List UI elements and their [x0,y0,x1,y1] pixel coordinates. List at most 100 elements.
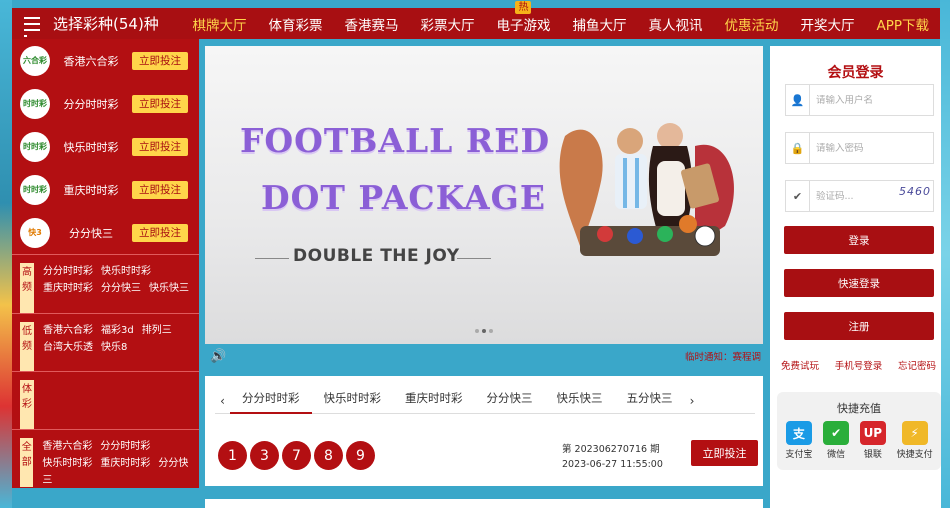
lottery-name[interactable]: 香港六合彩 [50,53,132,69]
nav-item-label: 真人视讯 [648,17,703,34]
draw-bet-button[interactable]: 立即投注 [691,440,758,466]
nav-item-label: 电子游戏 [496,17,551,34]
banner-divider-left [255,258,289,259]
draw-number-ball: 9 [346,441,375,470]
nav-item-4[interactable]: 电子游戏热 [485,0,561,34]
lottery-tab[interactable]: 分分时时彩 [230,388,312,414]
lottery-tab[interactable]: 五分快三 [615,388,685,414]
lottery-logo: 快3 [20,217,50,248]
category-block: 全部 香港六合彩 分分时时彩 快乐时时彩 重庆时时彩 分分快三 [12,429,199,487]
carousel-dots[interactable] [475,329,493,333]
banner-divider-right [457,258,491,259]
lottery-name[interactable]: 快乐时时彩 [50,139,132,155]
login-button[interactable]: 登录 [784,226,934,254]
free-trial-link[interactable]: 免费试玩 [781,358,819,372]
unionpay-icon: UP [859,421,886,445]
username-input[interactable] [810,94,920,106]
category-game-link[interactable]: 快乐快三 [149,283,189,294]
quickpay-icon: ⚡ [901,421,928,445]
nav-item-label: 优惠活动 [724,17,779,34]
lottery-name[interactable]: 重庆时时彩 [50,182,132,198]
username-field: 👤 [785,84,934,116]
payment-option[interactable]: ✔ 微信 [823,421,850,460]
lottery-bet-button[interactable]: 立即投注 [132,137,188,156]
lottery-bet-button[interactable]: 立即投注 [132,180,188,199]
nav-item-label: 彩票大厅 [420,17,475,34]
tabs-next-icon[interactable]: › [685,394,700,408]
lottery-logo: 时时彩 [20,131,50,162]
lottery-selector[interactable]: 选择彩种(54)种 [12,8,181,39]
menu-icon [24,16,40,31]
payment-option[interactable]: UP 银联 [859,421,886,460]
nav-item-label: 捕鱼大厅 [572,17,627,34]
phone-login-link[interactable]: 手机号登录 [835,358,883,372]
category-game-link[interactable]: 台湾大乐透 [43,342,93,353]
category-game-link[interactable]: 香港六合彩 [42,441,92,452]
lottery-tab[interactable]: 快乐快三 [545,388,615,414]
category-game-link[interactable]: 分分时时彩 [100,441,150,452]
register-button[interactable]: 注册 [784,312,934,340]
nav-item-5[interactable]: 捕鱼大厅 [561,14,637,34]
category-game-link[interactable]: 重庆时时彩 [43,283,93,294]
lottery-tab[interactable]: 快乐时时彩 [312,388,394,414]
wechat-icon: ✔ [823,421,850,445]
quick-login-button[interactable]: 快速登录 [784,269,934,297]
lottery-logo: 时时彩 [20,174,50,205]
nav-item-9[interactable]: APP下载 [865,14,940,34]
lottery-row: 时时彩 分分时时彩 立即投注 [12,82,199,125]
nav-item-3[interactable]: 彩票大厅 [409,14,485,34]
captcha-image[interactable]: 5460 [899,185,931,198]
nav-item-7[interactable]: 优惠活动 [713,14,789,34]
banner-tagline: DOUBLE THE JOY [293,246,460,266]
nav-item-6[interactable]: 真人视讯 [637,14,713,34]
lottery-tab[interactable]: 分分快三 [475,388,545,414]
password-input[interactable] [810,142,920,154]
lottery-bet-button[interactable]: 立即投注 [132,94,188,113]
lock-icon: 🔒 [786,133,810,163]
main-nav: 棋牌大厅 体育彩票 香港赛马 彩票大厅 电子游戏 热捕鱼大厅 真人视讯 优惠活动 开奖大厅 APP… [181,0,940,39]
nav-item-1[interactable]: 体育彩票 [257,14,333,34]
category-tag: 低频 [20,322,34,371]
nav-item-2[interactable]: 香港赛马 [333,14,409,34]
category-tag: 全部 [20,438,34,487]
category-game-link[interactable]: 快乐时时彩 [101,266,151,277]
login-panel: 会员登录 👤 🔒 ✔ 5460 登录 快速登录 注册 免费试玩 手机号登录 忘记… [770,46,941,508]
alipay-icon: 支 [785,421,812,445]
payment-option[interactable]: ⚡ 快捷支付 [897,421,933,460]
payment-option[interactable]: 支支付宝 [785,421,812,460]
lottery-tab[interactable]: 重庆时时彩 [393,388,475,414]
category-game-link[interactable]: 香港六合彩 [43,325,93,336]
category-block: 低频 香港六合彩 福彩3d 排列三台湾大乐透 快乐8 [12,313,199,371]
lottery-sidebar: 六合彩 香港六合彩 立即投注 时时彩 分分时时彩 立即投注 时时彩 快乐时时彩 立即投注 时时彩重… [12,39,199,488]
nav-item-8[interactable]: 开奖大厅 [789,14,865,34]
promo-banner[interactable]: FOOTBALL RED DOT PACKAGE DOUBLE THE JOY [205,46,763,344]
captcha-field: ✔ 5460 [785,180,934,212]
lottery-bet-button[interactable]: 立即投注 [132,51,188,70]
login-title: 会员登录 [827,65,884,81]
tabs-prev-icon[interactable]: ‹ [215,394,230,408]
category-game-link[interactable]: 快乐8 [101,342,127,353]
nav-item-0[interactable]: 棋牌大厅 [181,14,257,34]
category-tag: 高频 [20,263,34,313]
notice-text[interactable]: 临时通知：赛程调 [685,349,761,363]
draw-numbers: 13789 [218,441,375,470]
main-content: FOOTBALL RED DOT PACKAGE DOUBLE THE JOY … [205,46,763,486]
category-game-link[interactable]: 排列三 [142,325,172,336]
lottery-name[interactable]: 分分时时彩 [50,96,132,112]
lottery-row: 时时彩 重庆时时彩 立即投注 [12,168,199,211]
category-game-link[interactable]: 福彩3d [101,325,134,336]
lottery-bet-button[interactable]: 立即投注 [132,223,188,242]
payment-label: 快捷支付 [896,450,933,460]
hot-badge: 热 [515,0,532,14]
notice-bar: 🔊 临时通知：赛程调 [205,344,763,368]
lottery-selector-label: 选择彩种(54)种 [53,15,159,33]
left-background-strip [0,0,12,508]
category-game-link[interactable]: 快乐时时彩 [42,458,92,469]
quick-recharge: 快捷充值 支支付宝 ✔ 微信 UP 银联 ⚡ 快捷支付 [777,392,941,470]
forgot-password-link[interactable]: 忘记密码 [898,358,936,372]
category-game-link[interactable]: 重庆时时彩 [100,458,150,469]
category-game-link[interactable]: 分分快三 [101,283,141,294]
password-field: 🔒 [785,132,934,164]
lottery-name[interactable]: 分分快三 [50,225,132,241]
category-game-link[interactable]: 分分时时彩 [43,266,93,277]
